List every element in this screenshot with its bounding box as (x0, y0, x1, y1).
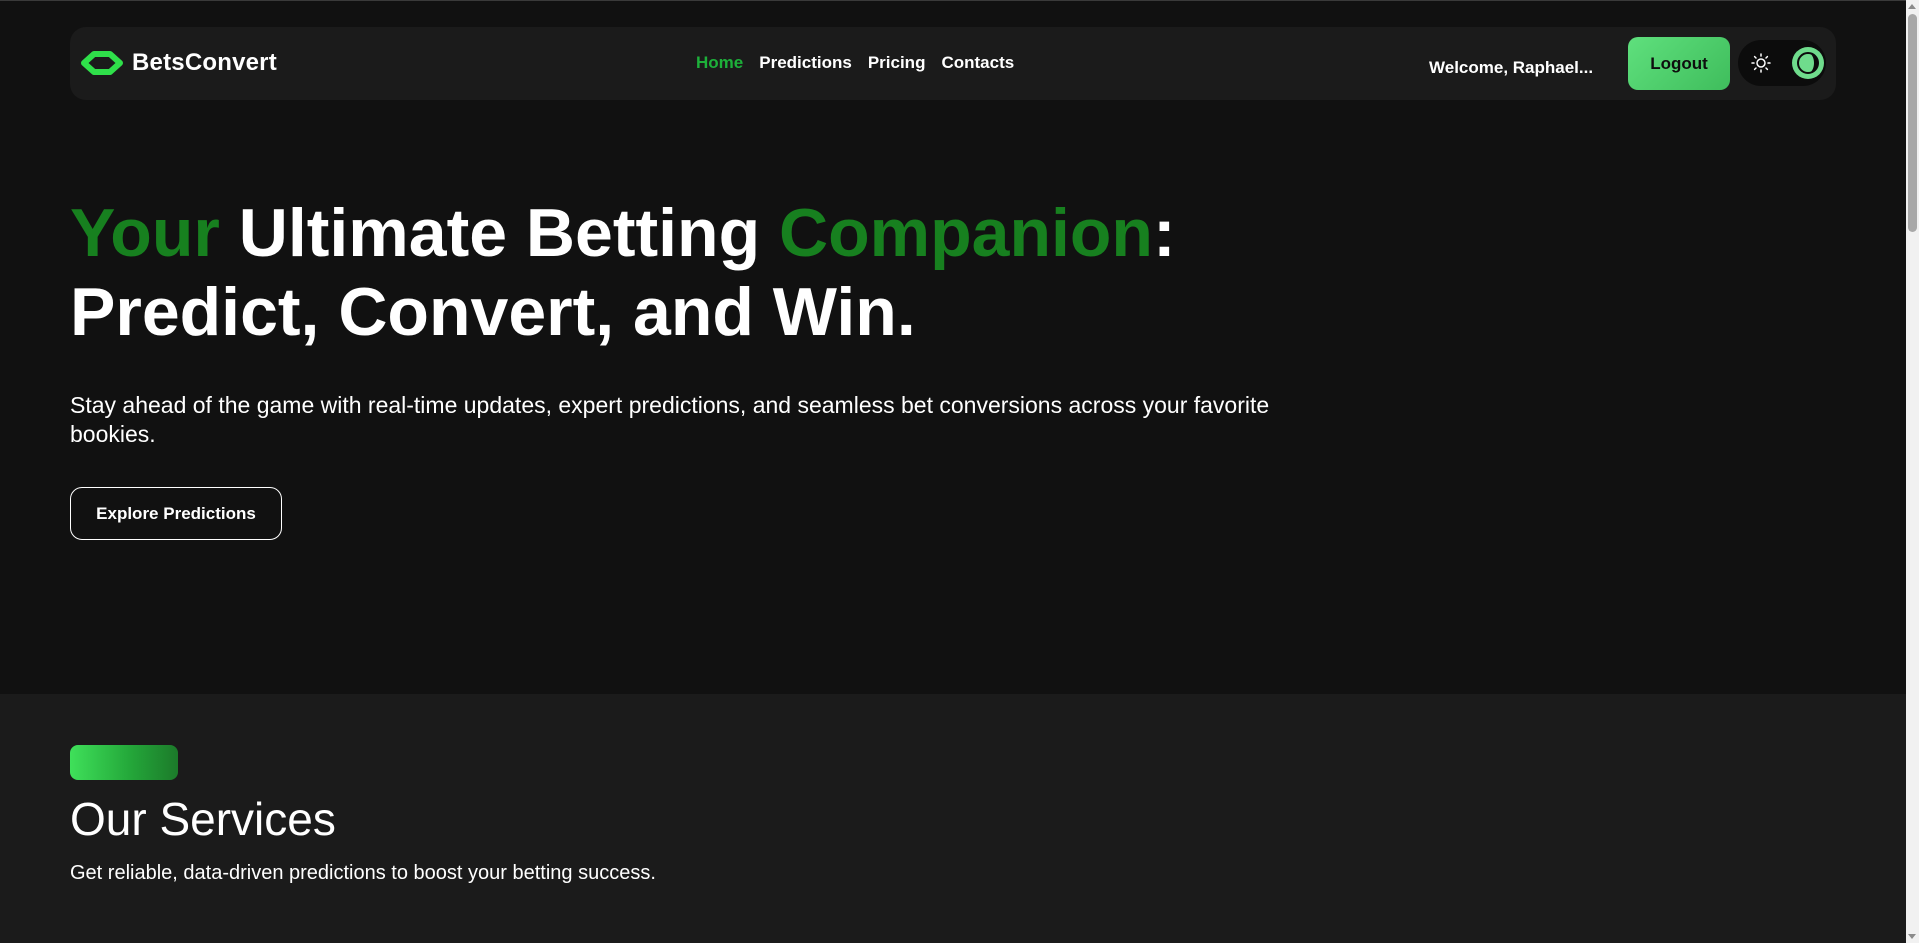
hero-title-accent-companion: Companion (779, 195, 1153, 271)
nav-links: Home Predictions Pricing Contacts (696, 53, 1014, 73)
logout-button[interactable]: Logout (1628, 37, 1730, 90)
nav-link-contacts[interactable]: Contacts (941, 53, 1014, 73)
betsconvert-logo-icon (81, 51, 123, 75)
vertical-scrollbar[interactable] (1906, 0, 1919, 943)
moon-icon[interactable] (1792, 47, 1824, 79)
brand[interactable]: BetsConvert (80, 49, 277, 77)
services-title: Our Services (70, 793, 336, 845)
services-section: Our Services Get reliable, data-driven p… (0, 694, 1906, 943)
theme-toggle[interactable] (1738, 40, 1826, 86)
hero-title-line-2: Predict, Convert, and Win. (70, 274, 916, 350)
brand-name: BetsConvert (132, 49, 277, 76)
hero-title: Your Ultimate Betting Companion: Predict,… (70, 194, 1270, 352)
hero-subtitle: Stay ahead of the game with real-time up… (70, 392, 1270, 447)
welcome-text: Welcome, Raphael... (1429, 58, 1594, 77)
nav-link-home[interactable]: Home (696, 53, 743, 73)
page: BetsConvert Home Predictions Pricing Con… (0, 0, 1919, 943)
explore-predictions-button[interactable]: Explore Predictions (70, 487, 282, 540)
hero-title-segment: Ultimate Betting (219, 195, 779, 271)
navbar: BetsConvert Home Predictions Pricing Con… (70, 27, 1836, 100)
services-subtitle: Get reliable, data-driven predictions to… (70, 862, 656, 884)
scroll-down-icon[interactable] (1908, 934, 1916, 939)
nav-link-predictions[interactable]: Predictions (759, 53, 852, 73)
scroll-up-icon[interactable] (1908, 4, 1916, 9)
hero-title-accent-your: Your (70, 195, 220, 271)
nav-link-pricing[interactable]: Pricing (868, 53, 926, 73)
sun-icon[interactable] (1750, 52, 1772, 74)
window-top-border (0, 0, 1906, 1)
services-badge (70, 745, 178, 780)
hero-title-colon: : (1152, 195, 1176, 271)
scrollbar-thumb[interactable] (1908, 14, 1917, 232)
